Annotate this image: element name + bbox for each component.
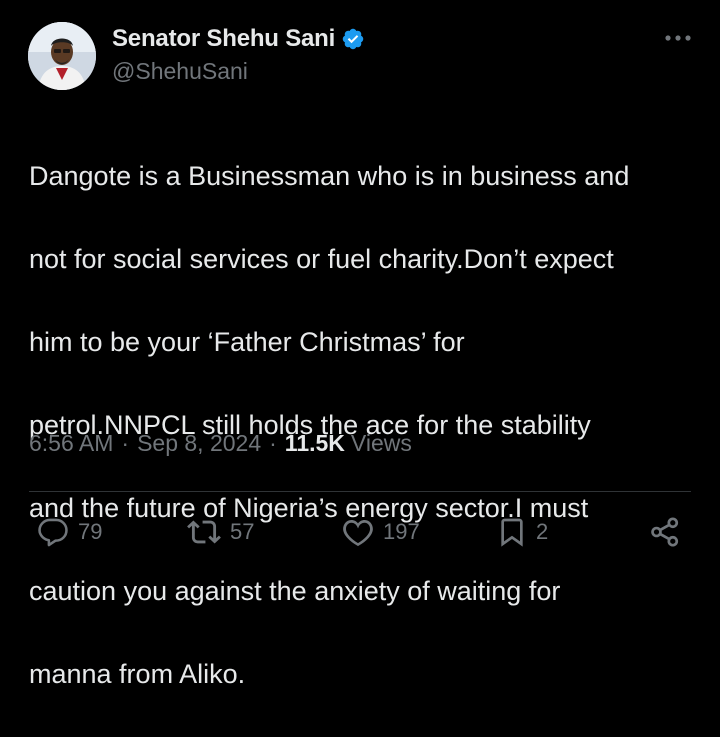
divider bbox=[29, 491, 691, 492]
meta-separator: · bbox=[121, 430, 130, 456]
reply-icon bbox=[36, 515, 70, 549]
reply-button[interactable]: 79 bbox=[36, 514, 102, 550]
heart-icon bbox=[341, 515, 375, 549]
tweet-text-line: Dangote is a Businessman who is in busin… bbox=[29, 160, 630, 191]
share-button[interactable] bbox=[648, 514, 682, 550]
tweet-text-line: not for social services or fuel charity.… bbox=[29, 243, 614, 274]
author-name-row: Senator Shehu Sani bbox=[112, 24, 365, 54]
author-display-name[interactable]: Senator Shehu Sani bbox=[112, 25, 335, 53]
views-count[interactable]: 11.5K bbox=[285, 430, 345, 457]
share-icon bbox=[648, 515, 682, 549]
tweet-card: Senator Shehu Sani @ShehuSani Dangote is… bbox=[0, 0, 720, 689]
bookmark-icon bbox=[496, 515, 528, 549]
tweet-text-line: manna from Aliko. bbox=[29, 658, 246, 689]
bookmark-count: 2 bbox=[536, 519, 549, 544]
tweet-date[interactable]: Sep 8, 2024 bbox=[137, 430, 261, 457]
author-block: Senator Shehu Sani @ShehuSani bbox=[112, 24, 365, 85]
bookmark-button[interactable]: 2 bbox=[496, 514, 548, 550]
more-options-icon[interactable] bbox=[662, 26, 694, 50]
repost-count: 57 bbox=[230, 519, 255, 544]
tweet-text-line: him to be your ‘Father Christmas’ for bbox=[29, 326, 465, 357]
verified-badge-icon[interactable] bbox=[341, 27, 365, 51]
views-label[interactable]: Views bbox=[351, 430, 412, 457]
tweet-meta: 6:56 AM · Sep 8, 2024 · 11.5K Views bbox=[29, 430, 412, 457]
avatar-image bbox=[28, 22, 96, 90]
author-handle[interactable]: @ShehuSani bbox=[112, 58, 365, 85]
tweet-text-line: caution you against the anxiety of waiti… bbox=[29, 575, 561, 606]
tweet-text: Dangote is a Businessman who is in busin… bbox=[29, 114, 699, 737]
like-count: 197 bbox=[383, 519, 420, 544]
repost-icon bbox=[186, 515, 222, 549]
reply-count: 79 bbox=[78, 519, 103, 544]
tweet-time[interactable]: 6:56 AM bbox=[29, 430, 113, 457]
like-button[interactable]: 197 bbox=[341, 514, 420, 550]
action-bar: 79 57 197 2 bbox=[0, 514, 720, 554]
author-avatar[interactable] bbox=[28, 22, 96, 90]
meta-separator: · bbox=[269, 430, 277, 456]
repost-button[interactable]: 57 bbox=[186, 514, 254, 550]
